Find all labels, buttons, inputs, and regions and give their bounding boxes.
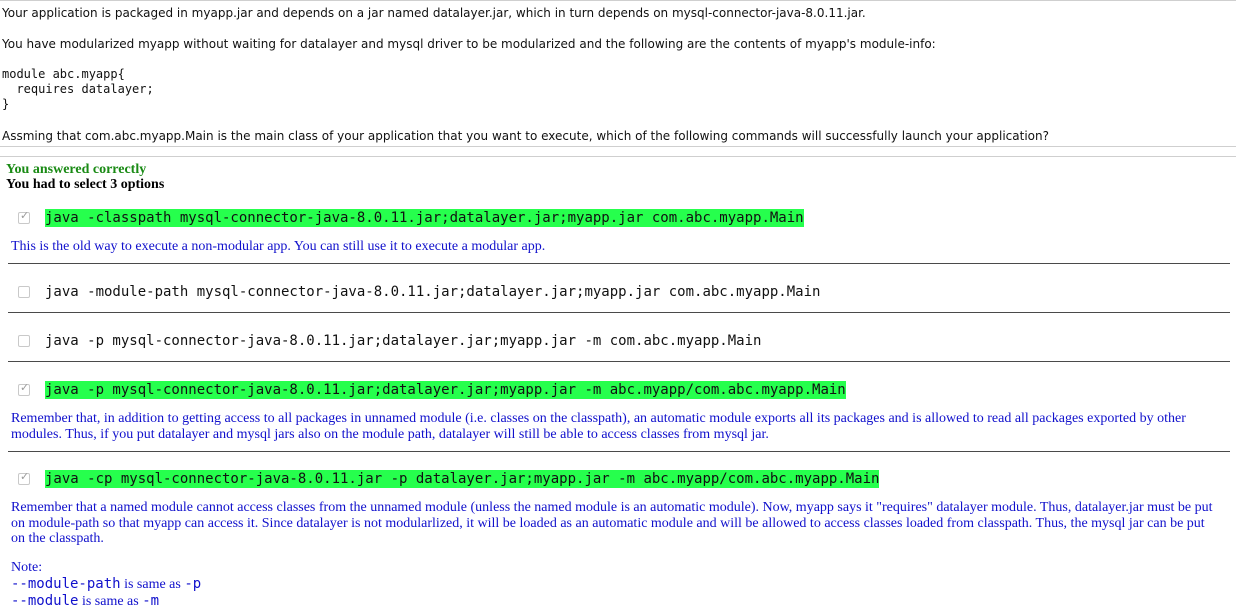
note-line-1: --module-path is same as -p [11,576,201,593]
option-5-checkbox[interactable]: ✓ [18,470,30,485]
note-line-1-code: --module-path [11,576,121,592]
question-line-1: Your application is packaged in myapp.ja… [2,6,866,20]
note-line-2-end: -m [142,593,160,609]
option-4-command: java -p mysql-connector-java-8.0.11.jar;… [45,381,846,399]
option-divider [8,361,1230,362]
top-border [0,0,1236,1]
option-1[interactable]: ✓ java -classpath mysql-connector-java-8… [18,208,804,228]
option-1-checkbox[interactable]: ✓ [18,209,30,224]
note-line-1-end: -p [184,576,202,592]
option-1-command: java -classpath mysql-connector-java-8.0… [45,209,804,227]
option-3-checkbox[interactable] [18,335,30,347]
option-3[interactable]: java -p mysql-connector-java-8.0.11.jar;… [18,331,761,351]
answer-status: You answered correctly [6,162,147,177]
note-line-2-code: --module [11,593,79,609]
answer-requirement: You had to select 3 options [6,177,165,192]
question-separator [0,146,1236,147]
note-line-2-mid: is same as [78,594,143,609]
option-5-explanation: Remember that a named module cannot acce… [11,500,1213,546]
option-3-command: java -p mysql-connector-java-8.0.11.jar;… [45,333,762,349]
check-icon: ✓ [20,470,30,483]
option-4[interactable]: ✓ java -p mysql-connector-java-8.0.11.ja… [18,380,846,400]
note-line-2: --module is same as -m [11,593,159,610]
question-line-2: You have modularized myapp without waiti… [2,37,936,51]
question-line-3: Assming that com.abc.myapp.Main is the m… [2,129,1049,143]
check-icon: ✓ [20,381,30,394]
note-line-1-mid: is same as [120,577,185,592]
check-icon: ✓ [20,209,30,222]
option-2[interactable]: java -module-path mysql-connector-java-8… [18,282,820,302]
option-2-checkbox[interactable] [18,286,30,298]
option-divider [8,451,1230,452]
option-divider [8,312,1230,313]
option-2-command: java -module-path mysql-connector-java-8… [45,284,821,300]
note-title: Note: [11,560,43,575]
result-separator [0,156,1236,157]
option-5[interactable]: ✓ java -cp mysql-connector-java-8.0.11.j… [18,469,880,489]
option-5-command: java -cp mysql-connector-java-8.0.11.jar… [45,470,880,488]
option-4-checkbox[interactable]: ✓ [18,381,30,396]
option-4-explanation: Remember that, in addition to getting ac… [11,411,1186,442]
option-divider [8,263,1230,264]
option-1-explanation: This is the old way to execute a non-mod… [11,239,546,254]
module-info-code: module abc.myapp{ requires datalayer; } [2,67,154,111]
